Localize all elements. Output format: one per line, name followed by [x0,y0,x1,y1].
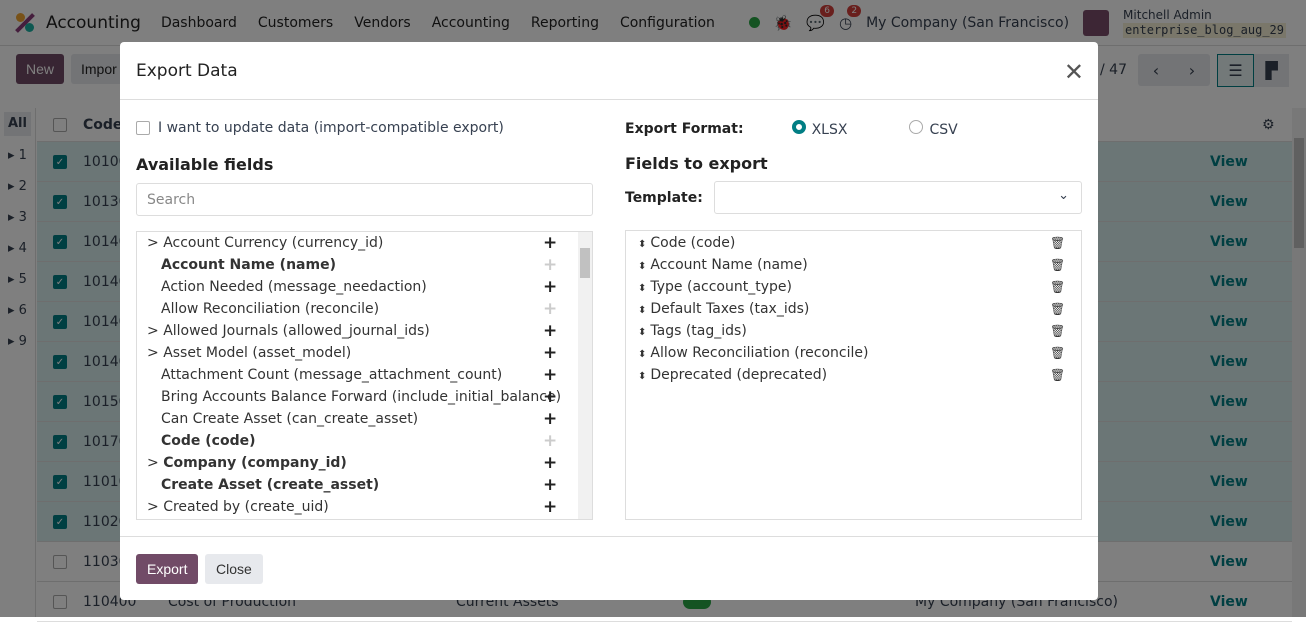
available-field-item[interactable]: > Company (company_id) + [137,452,592,474]
available-field-item[interactable]: Attachment Count (message_attachment_cou… [137,364,592,386]
add-field-icon[interactable]: + [543,364,557,386]
field-label: Action Needed (message_needaction) [161,279,427,295]
add-field-icon[interactable]: + [543,276,557,298]
trash-icon[interactable]: 🗑 [1050,298,1065,320]
available-field-item[interactable]: > Asset Model (asset_model) + [137,342,592,364]
export-field-item[interactable]: ⬍ Type (account_type) 🗑 [626,276,1081,298]
drag-handle-icon[interactable]: ⬍ [638,283,646,294]
field-label: Account Name (name) [650,257,808,273]
available-field-item[interactable]: > Created by (create_uid) + [137,496,592,518]
add-field-icon[interactable]: + [543,254,557,276]
field-label: Default Taxes (tax_ids) [650,301,810,317]
trash-icon[interactable]: 🗑 [1050,232,1065,254]
close-button[interactable]: Close [205,554,263,584]
add-field-icon[interactable]: + [543,386,557,408]
chevron-right-icon[interactable]: > [147,235,163,251]
available-field-item[interactable]: Create Asset (create_asset) + [137,474,592,496]
checkbox-label: I want to update data (import-compatible… [158,120,504,136]
fields-search-input[interactable]: Search [136,183,593,216]
checkbox[interactable] [136,121,150,135]
field-label: Code (code) [650,235,736,251]
field-label: Account Name (name) [161,257,336,273]
available-field-item[interactable]: Allow Reconciliation (reconcile) + [137,298,592,320]
trash-icon[interactable]: 🗑 [1050,342,1065,364]
field-label: Bring Accounts Balance Forward (include_… [161,389,562,405]
field-label: Account Currency (currency_id) [163,235,384,251]
field-label: Type (account_type) [650,279,792,295]
import-compatible-checkbox[interactable]: I want to update data (import-compatible… [136,120,504,136]
fields-scrollbar[interactable] [578,232,592,519]
add-field-icon[interactable]: + [543,320,557,342]
chevron-right-icon[interactable]: > [147,323,163,339]
chevron-right-icon[interactable]: > [147,499,163,515]
export-data-dialog: Export Data ✕ I want to update data (imp… [120,42,1098,600]
add-field-icon[interactable]: + [543,298,557,320]
export-format-label: Export Format: [625,121,744,137]
export-button[interactable]: Export [136,554,199,584]
export-field-item[interactable]: ⬍ Default Taxes (tax_ids) 🗑 [626,298,1081,320]
field-label: Create Asset (create_asset) [161,477,380,493]
field-label: Deprecated (deprecated) [650,367,828,383]
trash-icon[interactable]: 🗑 [1050,276,1065,298]
add-field-icon[interactable]: + [543,474,557,496]
dialog-title: Export Data [136,60,238,81]
export-field-item[interactable]: ⬍ Code (code) 🗑 [626,232,1081,254]
add-field-icon[interactable]: + [543,408,557,430]
field-label: Can Create Asset (can_create_asset) [161,411,419,427]
field-label: Allow Reconciliation (reconcile) [161,301,380,317]
template-label: Template: [625,190,703,206]
available-field-item[interactable]: > Account Currency (currency_id) + [137,232,592,254]
available-field-item[interactable]: Action Needed (message_needaction) + [137,276,592,298]
format-xlsx-radio[interactable]: XLSX [791,120,847,138]
export-format: Export Format: XLSX CSV [625,120,958,138]
field-label: Created by (create_uid) [163,499,329,515]
available-field-item[interactable]: Account Name (name) + [137,254,592,276]
export-fields-list: ⬍ Code (code) 🗑 ⬍ Account Name (name) 🗑 ⬍ Type … [625,230,1082,520]
template-select[interactable]: ⌄ [714,181,1082,214]
export-field-item[interactable]: ⬍ Allow Reconciliation (reconcile) 🗑 [626,342,1081,364]
available-field-item[interactable]: Can Create Asset (can_create_asset) + [137,408,592,430]
available-fields-list: > Account Currency (currency_id) + Account… [136,231,593,520]
add-field-icon[interactable]: + [543,342,557,364]
close-icon[interactable]: ✕ [1064,58,1084,86]
available-field-item[interactable]: Bring Accounts Balance Forward (include_… [137,386,592,408]
export-field-item[interactable]: ⬍ Account Name (name) 🗑 [626,254,1081,276]
add-field-icon[interactable]: + [543,496,557,518]
chevron-down-icon: ⌄ [1058,188,1069,203]
add-field-icon[interactable]: + [543,430,557,452]
available-fields-title: Available fields [136,155,274,174]
drag-handle-icon[interactable]: ⬍ [638,261,646,272]
drag-handle-icon[interactable]: ⬍ [638,239,646,250]
trash-icon[interactable]: 🗑 [1050,364,1065,386]
field-label: Attachment Count (message_attachment_cou… [161,367,503,383]
drag-handle-icon[interactable]: ⬍ [638,327,646,338]
field-label: Tags (tag_ids) [650,323,747,339]
available-field-item[interactable]: > Allowed Journals (allowed_journal_ids)… [137,320,592,342]
field-label: Code (code) [161,433,256,449]
add-field-icon[interactable]: + [543,232,557,254]
chevron-right-icon[interactable]: > [147,345,163,361]
format-csv-radio[interactable]: CSV [909,120,958,138]
trash-icon[interactable]: 🗑 [1050,254,1065,276]
export-field-item[interactable]: ⬍ Tags (tag_ids) 🗑 [626,320,1081,342]
drag-handle-icon[interactable]: ⬍ [638,349,646,360]
drag-handle-icon[interactable]: ⬍ [638,371,646,382]
field-label: Asset Model (asset_model) [163,345,352,361]
drag-handle-icon[interactable]: ⬍ [638,305,646,316]
export-field-item[interactable]: ⬍ Deprecated (deprecated) 🗑 [626,364,1081,386]
field-label: Allow Reconciliation (reconcile) [650,345,869,361]
field-label: Company (company_id) [163,455,347,471]
trash-icon[interactable]: 🗑 [1050,320,1065,342]
chevron-right-icon[interactable]: > [147,455,163,471]
field-label: Allowed Journals (allowed_journal_ids) [163,323,430,339]
available-field-item[interactable]: Code (code) + [137,430,592,452]
fields-to-export-title: Fields to export [625,154,768,173]
add-field-icon[interactable]: + [543,452,557,474]
